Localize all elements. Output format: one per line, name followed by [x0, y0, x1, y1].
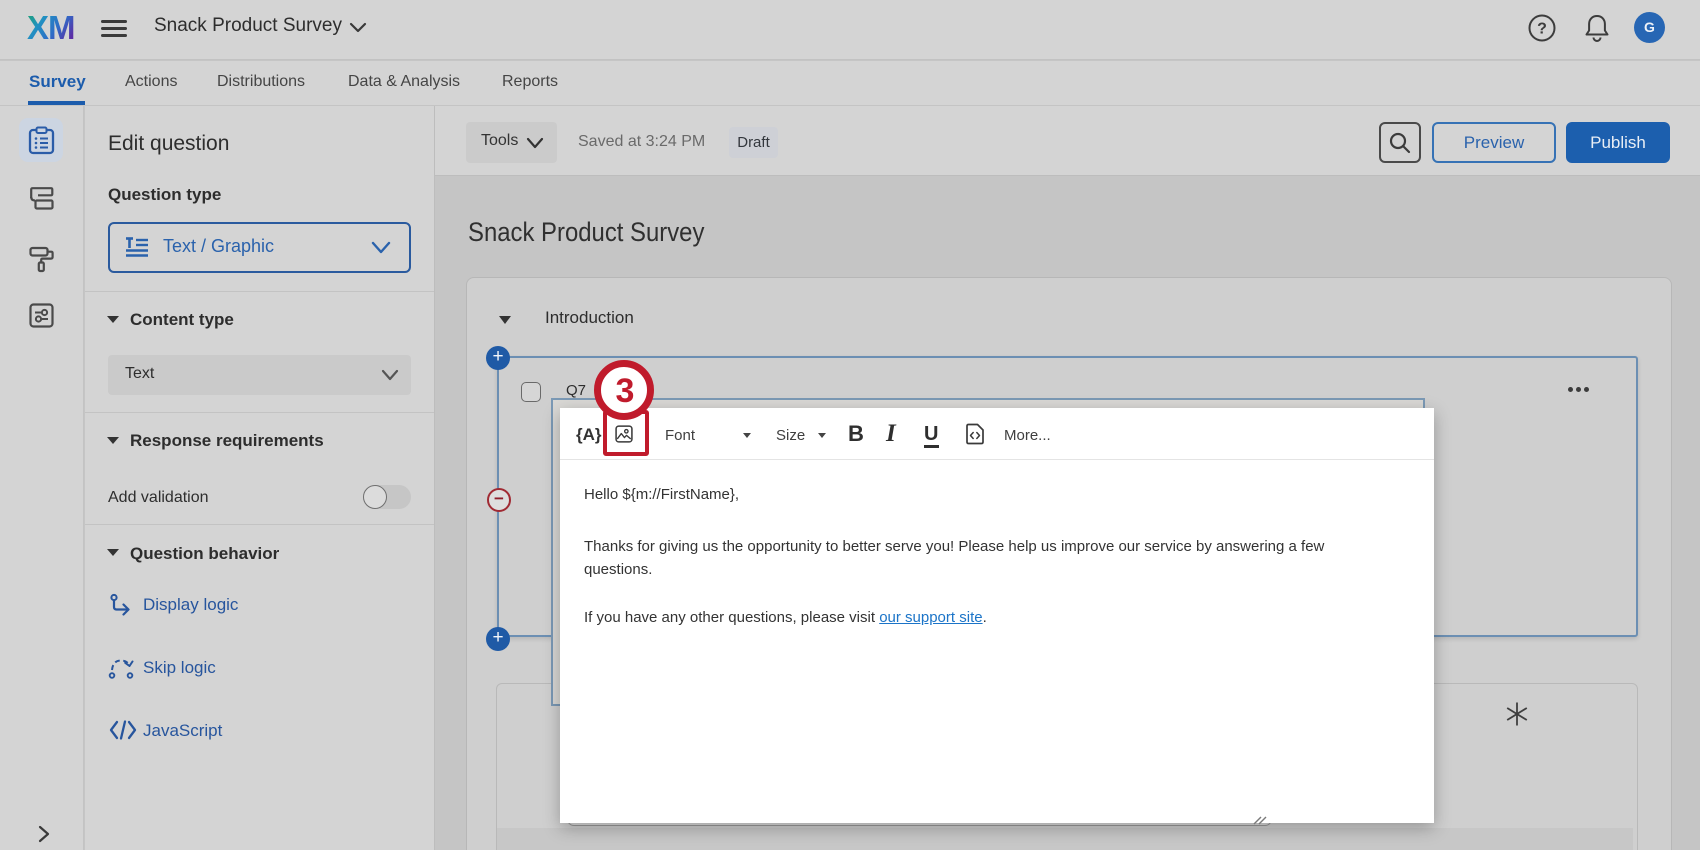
svg-text:?: ? [1537, 21, 1547, 38]
